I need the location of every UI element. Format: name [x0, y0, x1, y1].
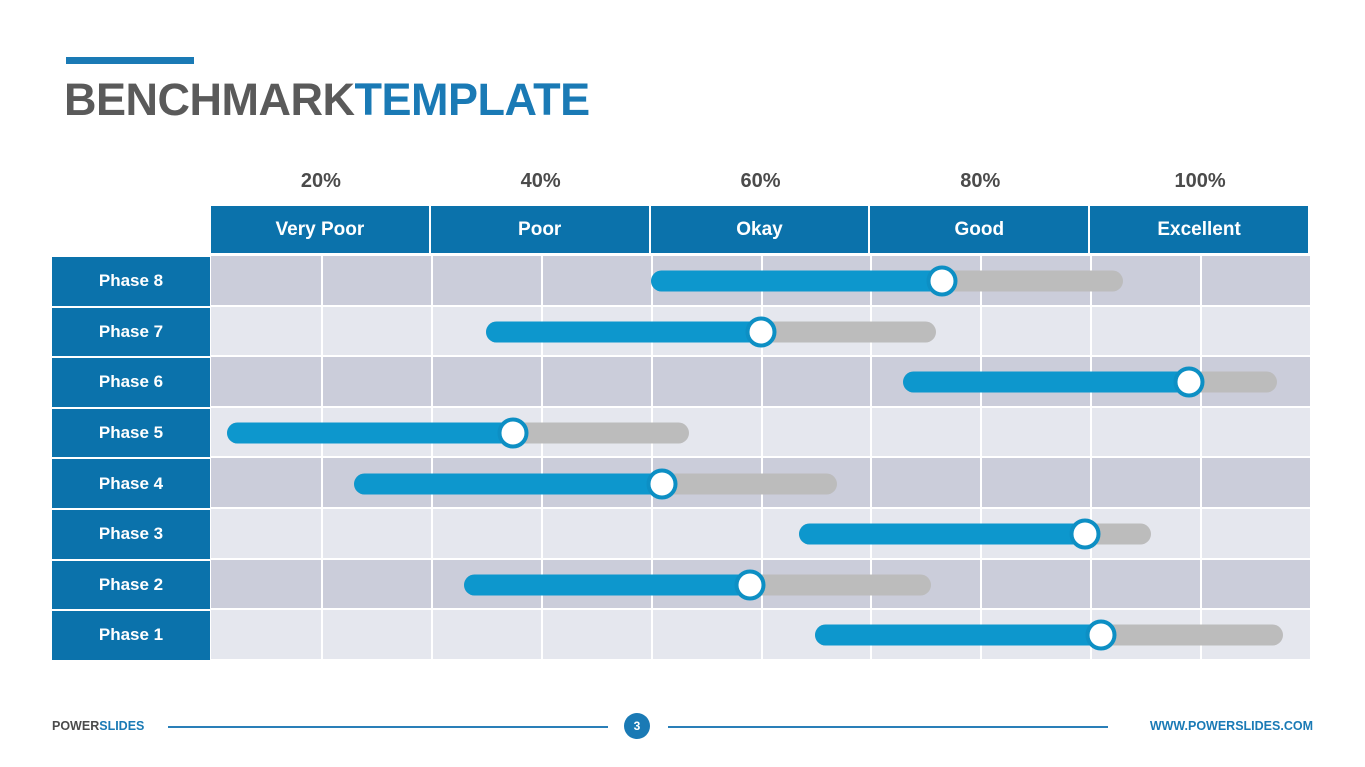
slider-handle[interactable] [745, 316, 776, 348]
benchmark-slider[interactable] [211, 357, 1310, 408]
benchmark-slider[interactable] [211, 509, 1310, 560]
slider-actual-track [485, 321, 761, 343]
brand-part2: SLIDES [99, 719, 145, 733]
row-separator [211, 658, 1310, 661]
row-track-area [211, 508, 1310, 560]
band-header-row: Very Poor Poor Okay Good Excellent [211, 206, 1310, 253]
row-label-phase-1[interactable]: Phase 1 [52, 611, 210, 660]
slider-handle[interactable] [646, 468, 678, 500]
row-separator [211, 608, 1310, 611]
axis-tick-60pct: 60% [740, 170, 781, 192]
row-label-phase-5[interactable]: Phase 5 [52, 408, 210, 458]
footer: POWERSLIDES 3 WWW.POWERSLIDES.COM [0, 710, 1365, 750]
slider-actual-track [650, 270, 942, 292]
row-separator [211, 355, 1310, 358]
row-label-phase-7[interactable]: Phase 7 [52, 307, 210, 357]
row-track-area [211, 559, 1310, 611]
band-header-good[interactable]: Good [870, 206, 1089, 253]
axis-tick-100pct: 100% [1174, 170, 1226, 192]
slider-handle[interactable] [1085, 619, 1117, 651]
row-separator [211, 304, 1310, 307]
table-row: Phase 7 [0, 306, 1365, 358]
row-track-area [211, 458, 1310, 509]
slider-handle[interactable] [497, 417, 529, 449]
slide-canvas: BENCHMARKTEMPLATE 20% 40% 60% 80% 100% Very … [0, 0, 1365, 767]
axis-tick-40pct: 40% [520, 170, 561, 192]
table-row: Phase 3 [0, 508, 1365, 560]
phase-rows: Phase 8 Phase 7 Phase 6 Phase 5 Phase 4 Phase… [0, 256, 1365, 661]
band-header-poor[interactable]: Poor [430, 206, 649, 253]
row-separator [211, 405, 1310, 408]
footer-website: WWW.POWERSLIDES.COM [1149, 719, 1313, 733]
slider-actual-track [353, 473, 662, 495]
row-label-phase-2[interactable]: Phase 2 [52, 560, 210, 610]
axis-tick-20pct: 20% [300, 170, 341, 192]
benchmark-slider[interactable] [211, 458, 1310, 509]
benchmark-slider[interactable] [211, 610, 1310, 661]
slider-actual-track [227, 422, 514, 444]
slider-handle[interactable] [926, 265, 958, 297]
table-row: Phase 8 [0, 256, 1365, 307]
band-header-very-poor[interactable]: Very Poor [211, 206, 429, 253]
slider-actual-track [463, 574, 750, 596]
row-track-area [211, 306, 1310, 358]
row-label-phase-6[interactable]: Phase 6 [52, 358, 210, 407]
brand-logo: POWERSLIDES [52, 719, 144, 733]
slider-actual-track [798, 523, 1085, 545]
page-number-badge: 3 [624, 713, 650, 739]
benchmark-slider[interactable] [211, 560, 1310, 611]
slider-handle[interactable] [1069, 518, 1101, 550]
slider-handle[interactable] [734, 569, 765, 601]
table-row: Phase 5 [0, 407, 1365, 459]
table-row: Phase 1 [0, 610, 1365, 661]
slider-handle[interactable] [1173, 366, 1205, 398]
row-label-phase-8[interactable]: Phase 8 [52, 257, 210, 306]
row-track-area [211, 256, 1310, 307]
benchmark-slider[interactable] [211, 408, 1310, 459]
row-label-phase-4[interactable]: Phase 4 [52, 459, 210, 508]
row-separator [211, 557, 1310, 560]
row-separator [211, 456, 1310, 459]
table-row: Phase 2 [0, 559, 1365, 611]
benchmark-slider[interactable] [211, 256, 1310, 307]
band-header-okay[interactable]: Okay [650, 206, 869, 253]
brand-part1: POWER [52, 719, 100, 733]
row-label-phase-3[interactable]: Phase 3 [52, 509, 210, 559]
row-separator [211, 506, 1310, 509]
footer-divider-right [668, 726, 1108, 728]
axis-tick-80pct: 80% [960, 170, 1001, 192]
table-row: Phase 6 [0, 357, 1365, 408]
benchmark-slider[interactable] [211, 307, 1310, 358]
benchmark-chart: 20% 40% 60% 80% 100% Very Poor Poor Okay Good Ex… [0, 0, 1365, 767]
slider-actual-track [815, 624, 1102, 646]
row-track-area [211, 407, 1310, 459]
slider-actual-track [903, 371, 1190, 393]
row-track-area [211, 610, 1310, 661]
axis-tick-row: 20% 40% 60% 80% 100% [211, 170, 1310, 198]
table-row: Phase 4 [0, 458, 1365, 509]
band-header-excellent[interactable]: Excellent [1090, 206, 1308, 253]
footer-divider-left [168, 726, 608, 728]
row-track-area [211, 357, 1310, 408]
